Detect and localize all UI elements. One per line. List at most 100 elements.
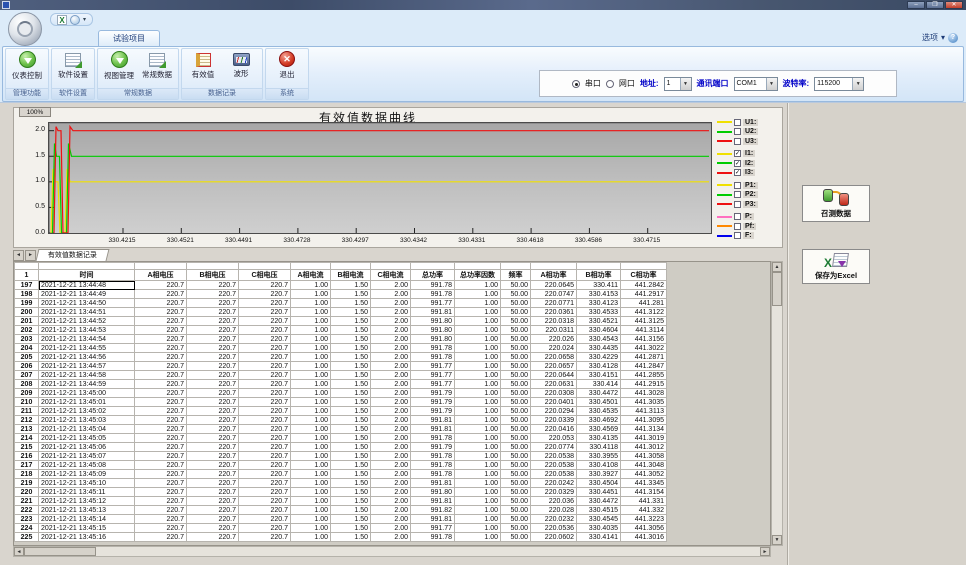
- cell[interactable]: 330.414: [577, 380, 621, 389]
- cell[interactable]: 220.7: [239, 290, 291, 299]
- cell[interactable]: 220.7: [135, 335, 187, 344]
- cell[interactable]: 209: [15, 389, 39, 398]
- cell[interactable]: 330.411: [577, 281, 621, 290]
- cell[interactable]: 1.00: [455, 470, 501, 479]
- cell[interactable]: 2021-12-21 13:45:03: [39, 416, 135, 425]
- cell[interactable]: 441.3125: [621, 317, 667, 326]
- cell[interactable]: 220.7: [135, 299, 187, 308]
- ribbon-tab-test-project[interactable]: 试验项目: [98, 30, 160, 47]
- cell[interactable]: 223: [15, 515, 39, 524]
- cell[interactable]: 220.7: [187, 290, 239, 299]
- cell[interactable]: 330.4604: [577, 326, 621, 335]
- cell[interactable]: 2.00: [371, 524, 411, 533]
- cell[interactable]: 220.7: [239, 317, 291, 326]
- horizontal-scroll-thumb[interactable]: [24, 547, 96, 556]
- cell[interactable]: 1.00: [455, 425, 501, 434]
- cell[interactable]: 330.4141: [577, 533, 621, 542]
- comm-port-select[interactable]: COM1 ▼: [734, 77, 778, 91]
- scroll-left-icon[interactable]: ◄: [14, 547, 24, 556]
- cell[interactable]: 441.3035: [621, 398, 667, 407]
- cell[interactable]: 330.4118: [577, 443, 621, 452]
- cell[interactable]: 2021-12-21 13:45:07: [39, 452, 135, 461]
- cell[interactable]: 441.3134: [621, 425, 667, 434]
- cell[interactable]: 220.7: [187, 380, 239, 389]
- cell[interactable]: 202: [15, 326, 39, 335]
- cell[interactable]: 991.78: [411, 461, 455, 470]
- cell[interactable]: 218: [15, 470, 39, 479]
- options-menu[interactable]: 选项 ▾ ?: [922, 32, 958, 43]
- cell[interactable]: 330.4472: [577, 497, 621, 506]
- cell[interactable]: 2021-12-21 13:45:11: [39, 488, 135, 497]
- cell[interactable]: 1.50: [331, 515, 371, 524]
- cell[interactable]: 330.4569: [577, 425, 621, 434]
- cell[interactable]: 991.77: [411, 362, 455, 371]
- cell[interactable]: 991.78: [411, 281, 455, 290]
- cell[interactable]: 50.00: [501, 299, 531, 308]
- cell[interactable]: 441.3095: [621, 416, 667, 425]
- cell[interactable]: 1.00: [291, 524, 331, 533]
- cell[interactable]: 991.80: [411, 488, 455, 497]
- cell[interactable]: 1.50: [331, 335, 371, 344]
- cell[interactable]: 50.00: [501, 425, 531, 434]
- cell[interactable]: 1.00: [455, 515, 501, 524]
- cell[interactable]: 220.7: [239, 362, 291, 371]
- vertical-scrollbar[interactable]: ▲ ▼: [771, 261, 783, 546]
- cell[interactable]: 220.7: [187, 497, 239, 506]
- cell[interactable]: 220.7: [135, 317, 187, 326]
- tab-scroll-right-icon[interactable]: ►: [25, 250, 36, 261]
- excel-icon[interactable]: X: [57, 15, 67, 25]
- tab-scroll-left-icon[interactable]: ◄: [13, 250, 24, 261]
- cell[interactable]: 224: [15, 524, 39, 533]
- legend-checkbox[interactable]: [734, 128, 741, 135]
- cell[interactable]: 330.4035: [577, 524, 621, 533]
- cell[interactable]: 201: [15, 317, 39, 326]
- cell[interactable]: 220.7: [187, 317, 239, 326]
- cell[interactable]: 211: [15, 407, 39, 416]
- column-header[interactable]: B相功率: [577, 270, 621, 281]
- view-management-button[interactable]: 视图管理: [100, 51, 138, 81]
- cell[interactable]: 991.77: [411, 380, 455, 389]
- cell[interactable]: 2021-12-21 13:44:58: [39, 371, 135, 380]
- cell[interactable]: 220.7: [135, 461, 187, 470]
- cell[interactable]: 1.00: [291, 317, 331, 326]
- cell[interactable]: 330.3927: [577, 470, 621, 479]
- cell[interactable]: 220.7: [239, 470, 291, 479]
- cell[interactable]: 441.3156: [621, 335, 667, 344]
- cell[interactable]: 2021-12-21 13:45:05: [39, 434, 135, 443]
- cell[interactable]: 1.50: [331, 308, 371, 317]
- legend-checkbox[interactable]: ✓: [734, 169, 741, 176]
- cell[interactable]: 50.00: [501, 308, 531, 317]
- cell[interactable]: 1.00: [455, 290, 501, 299]
- cell[interactable]: 1.00: [455, 335, 501, 344]
- cell[interactable]: 1.00: [455, 317, 501, 326]
- cell[interactable]: 2021-12-21 13:44:56: [39, 353, 135, 362]
- cell[interactable]: 220.7: [135, 470, 187, 479]
- cell[interactable]: 220.7: [239, 344, 291, 353]
- cell[interactable]: 50.00: [501, 461, 531, 470]
- cell[interactable]: 441.3345: [621, 479, 667, 488]
- cell[interactable]: 220.7: [239, 443, 291, 452]
- cell[interactable]: 441.3012: [621, 443, 667, 452]
- cell[interactable]: 216: [15, 452, 39, 461]
- maximize-button[interactable]: ❐: [926, 1, 944, 9]
- column-header[interactable]: C相电压: [239, 270, 291, 281]
- cell[interactable]: 2.00: [371, 380, 411, 389]
- cell[interactable]: 50.00: [501, 389, 531, 398]
- cell[interactable]: 220.0538: [531, 452, 577, 461]
- cell[interactable]: 220.0658: [531, 353, 577, 362]
- cell[interactable]: 50.00: [501, 362, 531, 371]
- cell[interactable]: 220.7: [239, 380, 291, 389]
- cell[interactable]: 206: [15, 362, 39, 371]
- cell[interactable]: 220.0294: [531, 407, 577, 416]
- cell[interactable]: 1.50: [331, 344, 371, 353]
- cell[interactable]: 2.00: [371, 371, 411, 380]
- legend-checkbox[interactable]: [734, 182, 741, 189]
- cell[interactable]: 220.7: [135, 506, 187, 515]
- cell[interactable]: 220.7: [187, 335, 239, 344]
- cell[interactable]: 50.00: [501, 479, 531, 488]
- cell[interactable]: 220.7: [187, 362, 239, 371]
- cell[interactable]: 441.3052: [621, 470, 667, 479]
- cell[interactable]: 220.7: [239, 281, 291, 290]
- column-header[interactable]: 1: [15, 270, 39, 281]
- cell[interactable]: 1.50: [331, 443, 371, 452]
